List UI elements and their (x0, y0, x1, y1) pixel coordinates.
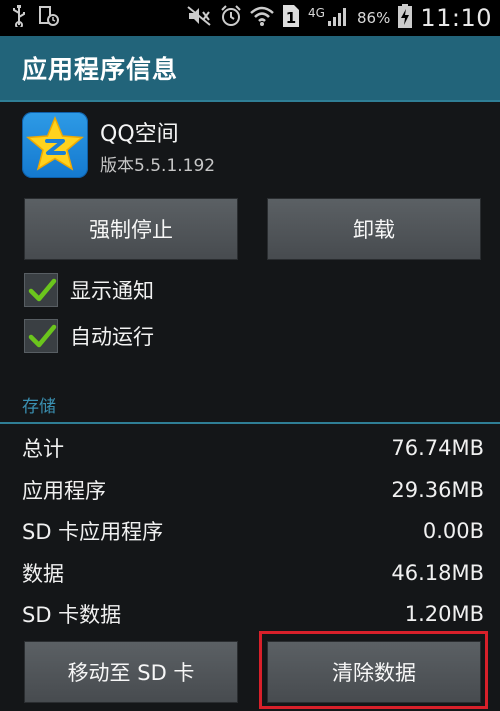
storage-section-header: 存储 (22, 397, 56, 417)
sim-slot-number: 1 (286, 9, 296, 27)
storage-row-sd-data: SD 卡数据 1.20MB (22, 597, 484, 631)
storage-value: 29.36MB (391, 478, 484, 502)
auto-run-label: 自动运行 (70, 325, 154, 349)
app-version: 版本5.5.1.192 (100, 156, 216, 176)
show-notifications-label: 显示通知 (70, 279, 154, 303)
storage-label: 数据 (22, 562, 64, 586)
clock: 11:10 (420, 4, 492, 32)
force-stop-button[interactable]: 强制停止 (24, 198, 238, 260)
storage-value: 76.74MB (391, 436, 484, 460)
storage-row-total: 总计 76.74MB (22, 431, 484, 465)
section-divider (0, 422, 500, 424)
app-name: QQ空间 (100, 122, 179, 147)
signal-icon (327, 5, 349, 31)
auto-run-checkbox[interactable] (24, 319, 58, 353)
clear-data-button[interactable]: 清除数据 (267, 641, 481, 703)
battery-charging-icon (398, 4, 413, 32)
mute-icon (186, 5, 212, 31)
sim-icon: 1 (282, 4, 300, 32)
move-to-sd-button[interactable]: 移动至 SD 卡 (24, 641, 238, 703)
network-type: 4G (308, 6, 325, 20)
qzone-star-icon (22, 112, 88, 178)
title-bar: 应用程序信息 (0, 36, 500, 102)
checkmark-icon (28, 324, 57, 348)
storage-label: 应用程序 (22, 479, 106, 503)
storage-row-app: 应用程序 29.36MB (22, 473, 484, 507)
wifi-icon (250, 5, 274, 31)
show-notifications-option[interactable]: 显示通知 (24, 270, 154, 310)
storage-row-data: 数据 46.18MB (22, 556, 484, 590)
storage-label: SD 卡数据 (22, 603, 122, 627)
storage-row-sd-app: SD 卡应用程序 0.00B (22, 514, 484, 548)
checkmark-icon (28, 278, 57, 302)
alarm-icon (220, 5, 242, 31)
usb-icon (12, 5, 26, 31)
show-notifications-checkbox[interactable] (24, 273, 58, 307)
uninstall-button[interactable]: 卸载 (267, 198, 481, 260)
battery-percent: 86% (356, 9, 391, 27)
storage-label: 总计 (22, 437, 64, 461)
page-title: 应用程序信息 (22, 55, 179, 84)
auto-run-option[interactable]: 自动运行 (24, 316, 154, 356)
storage-value: 1.20MB (404, 602, 484, 626)
status-bar: 1 4G 86% 11:10 (0, 0, 500, 36)
storage-label: SD 卡应用程序 (22, 520, 164, 544)
storage-value: 0.00B (422, 519, 484, 543)
location-settings-icon (38, 5, 60, 31)
storage-value: 46.18MB (391, 561, 484, 585)
